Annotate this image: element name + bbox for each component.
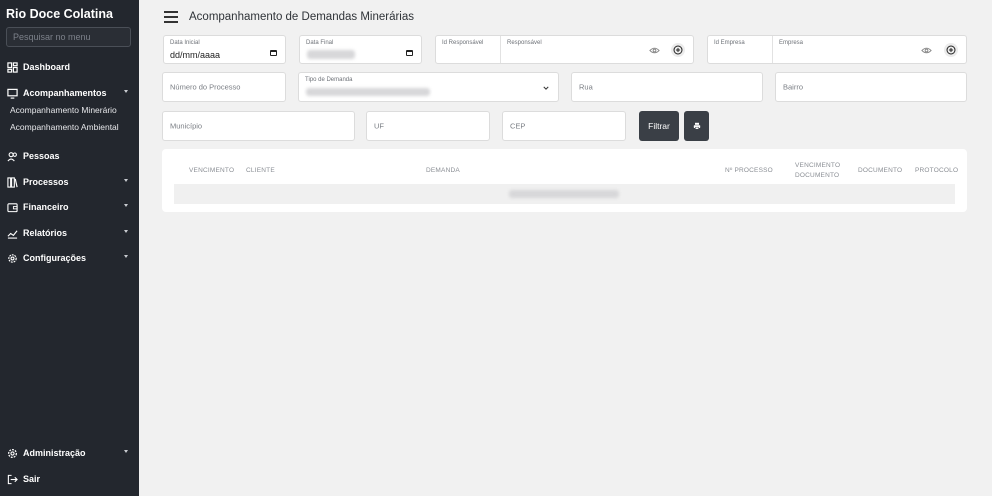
books-icon xyxy=(6,176,19,188)
field-placeholder: Município xyxy=(170,121,203,131)
menu-toggle-icon[interactable] xyxy=(164,11,178,23)
sidebar-item-acompanhamentos[interactable]: Acompanhamentos xyxy=(6,85,134,101)
field-value: dd/mm/aaaa xyxy=(170,50,221,60)
page-title: Acompanhamento de Demandas Minerárias xyxy=(189,11,415,23)
sidebar-item-label: Acompanhamentos xyxy=(23,88,107,98)
monitor-icon xyxy=(6,87,19,99)
field-placeholder: Número do Processo xyxy=(170,82,241,92)
field-placeholder: CEP xyxy=(510,121,526,131)
eye-icon[interactable] xyxy=(921,45,932,56)
id-responsavel-label: Id Responsável xyxy=(442,40,484,46)
brand-title: Rio Doce Colatina xyxy=(6,7,113,21)
menu-search-input[interactable] xyxy=(6,27,131,47)
filter-button[interactable]: Filtrar xyxy=(639,111,679,141)
responsavel-group: Id Responsável Responsável xyxy=(435,35,694,64)
sidebar-item-label: Sair xyxy=(23,474,41,484)
sidebar-subitem-ambiental[interactable]: Acompanhamento Ambiental xyxy=(10,122,119,132)
gear-icon xyxy=(6,447,19,459)
redacted-value xyxy=(306,88,430,96)
field-placeholder: Rua xyxy=(579,82,593,92)
chevron-down-icon xyxy=(124,450,128,453)
data-final-field[interactable]: Data Final xyxy=(299,35,422,64)
add-responsavel-icon[interactable] xyxy=(671,43,685,57)
results-table: VENCIMENTO CLIENTE DEMANDA Nº PROCESSO V… xyxy=(162,149,967,212)
wallet-icon xyxy=(6,201,19,213)
print-button[interactable] xyxy=(684,111,709,141)
bairro-input[interactable]: Bairro xyxy=(775,72,967,102)
field-label: Data Final xyxy=(306,40,334,46)
municipio-input[interactable]: Município xyxy=(162,111,355,141)
column-header-vencimento-documento-1: VENCIMENTO xyxy=(795,162,841,169)
field-divider xyxy=(772,36,773,63)
calendar-icon[interactable] xyxy=(406,50,413,56)
eye-icon[interactable] xyxy=(649,45,660,56)
sidebar-item-administracao[interactable]: Administração xyxy=(6,445,134,461)
add-empresa-icon[interactable] xyxy=(944,43,958,57)
column-header-cliente: CLIENTE xyxy=(246,167,275,174)
field-divider xyxy=(500,36,501,63)
sidebar-item-sair[interactable]: Sair xyxy=(6,471,134,487)
calendar-icon[interactable] xyxy=(270,50,277,56)
cep-input[interactable]: CEP xyxy=(502,111,626,141)
settings-icon xyxy=(6,252,19,264)
redacted-value xyxy=(307,50,355,59)
sidebar-item-configuracoes[interactable]: Configurações xyxy=(6,250,134,266)
print-icon xyxy=(693,122,700,130)
empresa-group: Id Empresa Empresa xyxy=(707,35,967,64)
chevron-down-icon xyxy=(124,230,128,233)
chevron-down-icon xyxy=(124,204,128,207)
chevron-down-icon xyxy=(124,179,128,182)
people-icon xyxy=(6,150,19,162)
sidebar-item-label: Dashboard xyxy=(23,62,71,72)
sidebar-item-financeiro[interactable]: Financeiro xyxy=(6,199,134,215)
rua-input[interactable]: Rua xyxy=(571,72,763,102)
sidebar-item-dashboard[interactable]: Dashboard xyxy=(6,59,134,75)
column-header-protocolo: PROTOCOLO xyxy=(915,167,959,174)
sidebar-item-label: Processos xyxy=(23,177,69,187)
sidebar: Rio Doce Colatina Dashboard Acompanhamen… xyxy=(0,0,139,496)
sidebar-item-label: Administração xyxy=(23,448,86,458)
sidebar-subitem-minerario[interactable]: Acompanhamento Minerário xyxy=(10,105,117,115)
sidebar-item-label: Relatórios xyxy=(23,228,68,238)
data-inicial-field[interactable]: Data Inicial dd/mm/aaaa xyxy=(163,35,286,64)
chevron-down-icon xyxy=(124,90,128,93)
column-header-demanda: DEMANDA xyxy=(426,167,460,174)
dashboard-icon xyxy=(6,61,19,73)
sidebar-item-label: Configurações xyxy=(23,253,87,263)
sidebar-item-relatorios[interactable]: Relatórios xyxy=(6,225,134,241)
column-header-vencimento: VENCIMENTO xyxy=(189,167,235,174)
chart-line-icon xyxy=(6,227,19,239)
numero-processo-input[interactable]: Número do Processo xyxy=(162,72,286,102)
responsavel-label: Responsável xyxy=(507,40,542,46)
column-header-vencimento-documento-2: DOCUMENTO xyxy=(795,172,840,179)
sidebar-item-pessoas[interactable]: Pessoas xyxy=(6,148,134,164)
column-header-documento: DOCUMENTO xyxy=(858,167,903,174)
sidebar-item-processos[interactable]: Processos xyxy=(6,174,134,190)
logout-icon xyxy=(6,473,19,485)
chevron-down-icon xyxy=(124,255,128,258)
redacted-value xyxy=(509,190,619,198)
table-row[interactable] xyxy=(174,184,955,204)
field-label: Tipo de Demanda xyxy=(305,77,353,83)
field-placeholder: Bairro xyxy=(783,82,804,92)
field-placeholder: UF xyxy=(374,121,384,131)
uf-input[interactable]: UF xyxy=(366,111,490,141)
sidebar-item-label: Pessoas xyxy=(23,151,60,161)
column-header-processo: Nº PROCESSO xyxy=(725,167,773,174)
sidebar-item-label: Financeiro xyxy=(23,202,69,212)
tipo-demanda-select[interactable]: Tipo de Demanda xyxy=(298,72,559,102)
empresa-label: Empresa xyxy=(779,40,804,46)
chevron-down-icon xyxy=(543,86,549,90)
id-empresa-label: Id Empresa xyxy=(714,40,745,46)
field-label: Data Inicial xyxy=(170,40,200,46)
